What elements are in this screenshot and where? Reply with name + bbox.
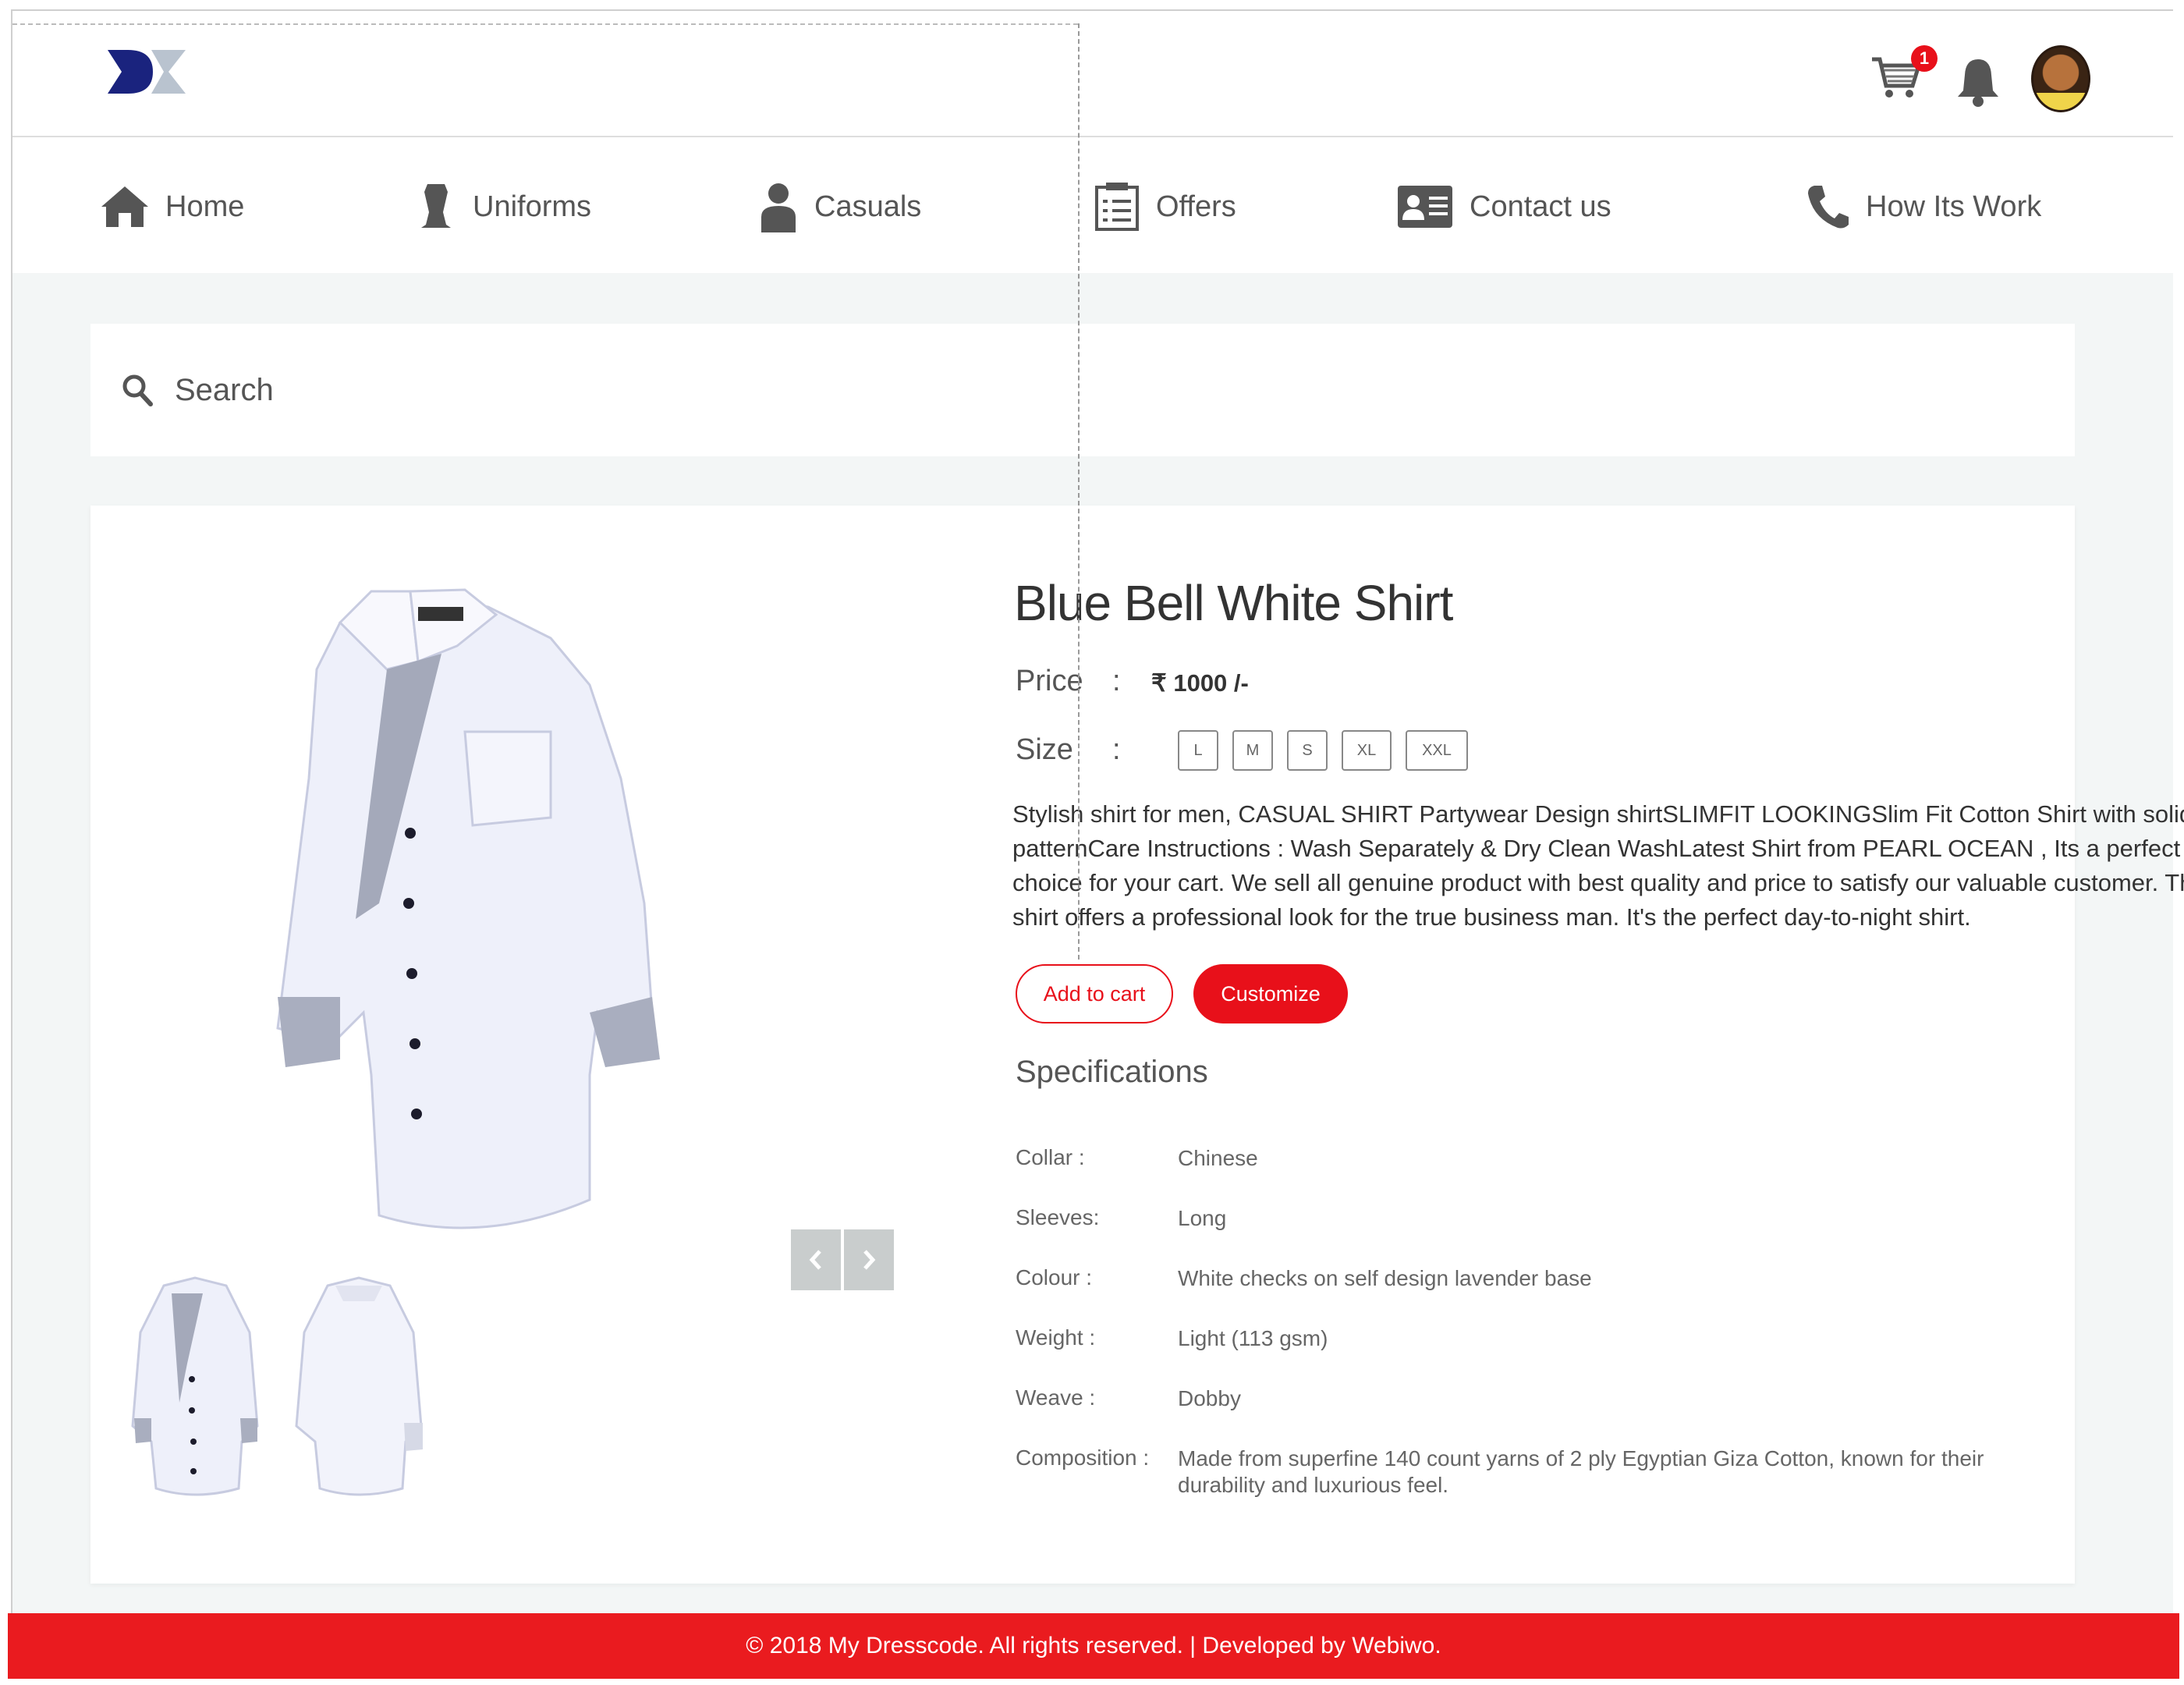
carousel-next-button[interactable] (844, 1229, 894, 1290)
size-option-xxl[interactable]: XXL (1406, 730, 1468, 771)
brand-logo[interactable] (105, 47, 190, 97)
nav-label: Casuals (814, 190, 922, 223)
person-icon (761, 183, 796, 232)
spec-value: Made from superfine 140 count yarns of 2… (1178, 1446, 1984, 1497)
top-header: 1 (12, 11, 2173, 137)
uniform-icon (421, 184, 451, 228)
add-to-cart-button[interactable]: Add to cart (1016, 964, 1173, 1023)
spec-key: Colour : (1016, 1265, 1093, 1289)
spec-key: Weave : (1016, 1385, 1096, 1410)
list-icon (1095, 183, 1139, 231)
product-thumbnail-back[interactable] (281, 1270, 437, 1504)
contact-card-icon (1398, 186, 1452, 228)
size-option-m[interactable]: M (1232, 730, 1273, 771)
product-thumbnail-front[interactable] (117, 1270, 273, 1504)
spec-key: Collar : (1016, 1145, 1085, 1169)
footer-text: © 2018 My Dresscode. All rights reserved… (746, 1633, 1441, 1658)
search-icon[interactable] (122, 374, 153, 406)
selection-guide-horizontal (12, 23, 1078, 25)
price-label: Price (1016, 665, 1083, 697)
selection-guide-vertical (1078, 23, 1080, 960)
customize-button[interactable]: Customize (1193, 964, 1348, 1023)
size-option-s[interactable]: S (1287, 730, 1328, 771)
nav-item-contact[interactable]: Contact us (1396, 179, 1611, 234)
size-label: Size (1016, 733, 1073, 766)
product-description: Stylish shirt for men, CASUAL SHIRT Part… (1012, 800, 2184, 931)
nav-item-how-it-works[interactable]: How Its Work (1805, 179, 2041, 234)
spec-key: Composition : (1016, 1446, 1150, 1470)
bell-icon (1958, 59, 1998, 107)
carousel-prev-button[interactable] (791, 1229, 841, 1290)
spec-value: Dobby (1178, 1386, 1241, 1410)
spec-value: Long (1178, 1206, 1227, 1230)
user-avatar[interactable] (2031, 45, 2090, 112)
notifications-button[interactable] (1955, 56, 2009, 112)
chevron-right-icon (863, 1250, 876, 1270)
spec-key: Sleeves: (1016, 1205, 1100, 1229)
product-main-image[interactable] (184, 576, 777, 1231)
image-carousel-controls (791, 1229, 894, 1290)
nav-item-casuals[interactable]: Casuals (758, 179, 921, 234)
cart-button[interactable]: 1 (1869, 45, 1938, 112)
nav-label: Contact us (1470, 190, 1611, 223)
size-selector: L M S XL XXL (1178, 730, 1468, 771)
nav-item-home[interactable]: Home (100, 179, 244, 234)
nav-label: How Its Work (1866, 190, 2042, 223)
nav-item-uniforms[interactable]: Uniforms (415, 179, 591, 234)
spec-key: Weight : (1016, 1325, 1096, 1350)
spec-value: Chinese (1178, 1146, 1258, 1170)
search-bar (90, 324, 2075, 456)
product-title: Blue Bell White Shirt (1014, 575, 1453, 631)
footer: © 2018 My Dresscode. All rights reserved… (8, 1613, 2179, 1679)
product-card: Blue Bell White Shirt Price : ₹ 1000 /- … (90, 506, 2184, 1584)
price-value: ₹ 1000 /- (1151, 669, 1249, 697)
size-option-xl[interactable]: XL (1342, 730, 1392, 771)
spec-value: Light (113 gsm) (1178, 1326, 1328, 1350)
size-colon: : (1112, 733, 1121, 766)
phone-icon (1808, 186, 1849, 229)
nav-label: Offers (1156, 190, 1236, 223)
nav-label: Uniforms (473, 190, 592, 223)
spec-value: White checks on self design lavender bas… (1178, 1266, 1592, 1290)
chevron-left-icon (809, 1250, 821, 1270)
home-icon (101, 186, 148, 227)
size-option-l[interactable]: L (1178, 730, 1218, 771)
main-nav: Home Uniforms Casuals Offers Contact us (12, 137, 2173, 273)
cart-count-badge: 1 (1911, 45, 1938, 72)
avatar-shirt (2033, 92, 2088, 110)
specifications-heading: Specifications (1016, 1055, 1208, 1089)
nav-label: Home (165, 190, 245, 223)
search-input[interactable] (173, 371, 644, 409)
price-colon: : (1112, 665, 1121, 697)
nav-item-offers[interactable]: Offers (1094, 179, 1236, 234)
